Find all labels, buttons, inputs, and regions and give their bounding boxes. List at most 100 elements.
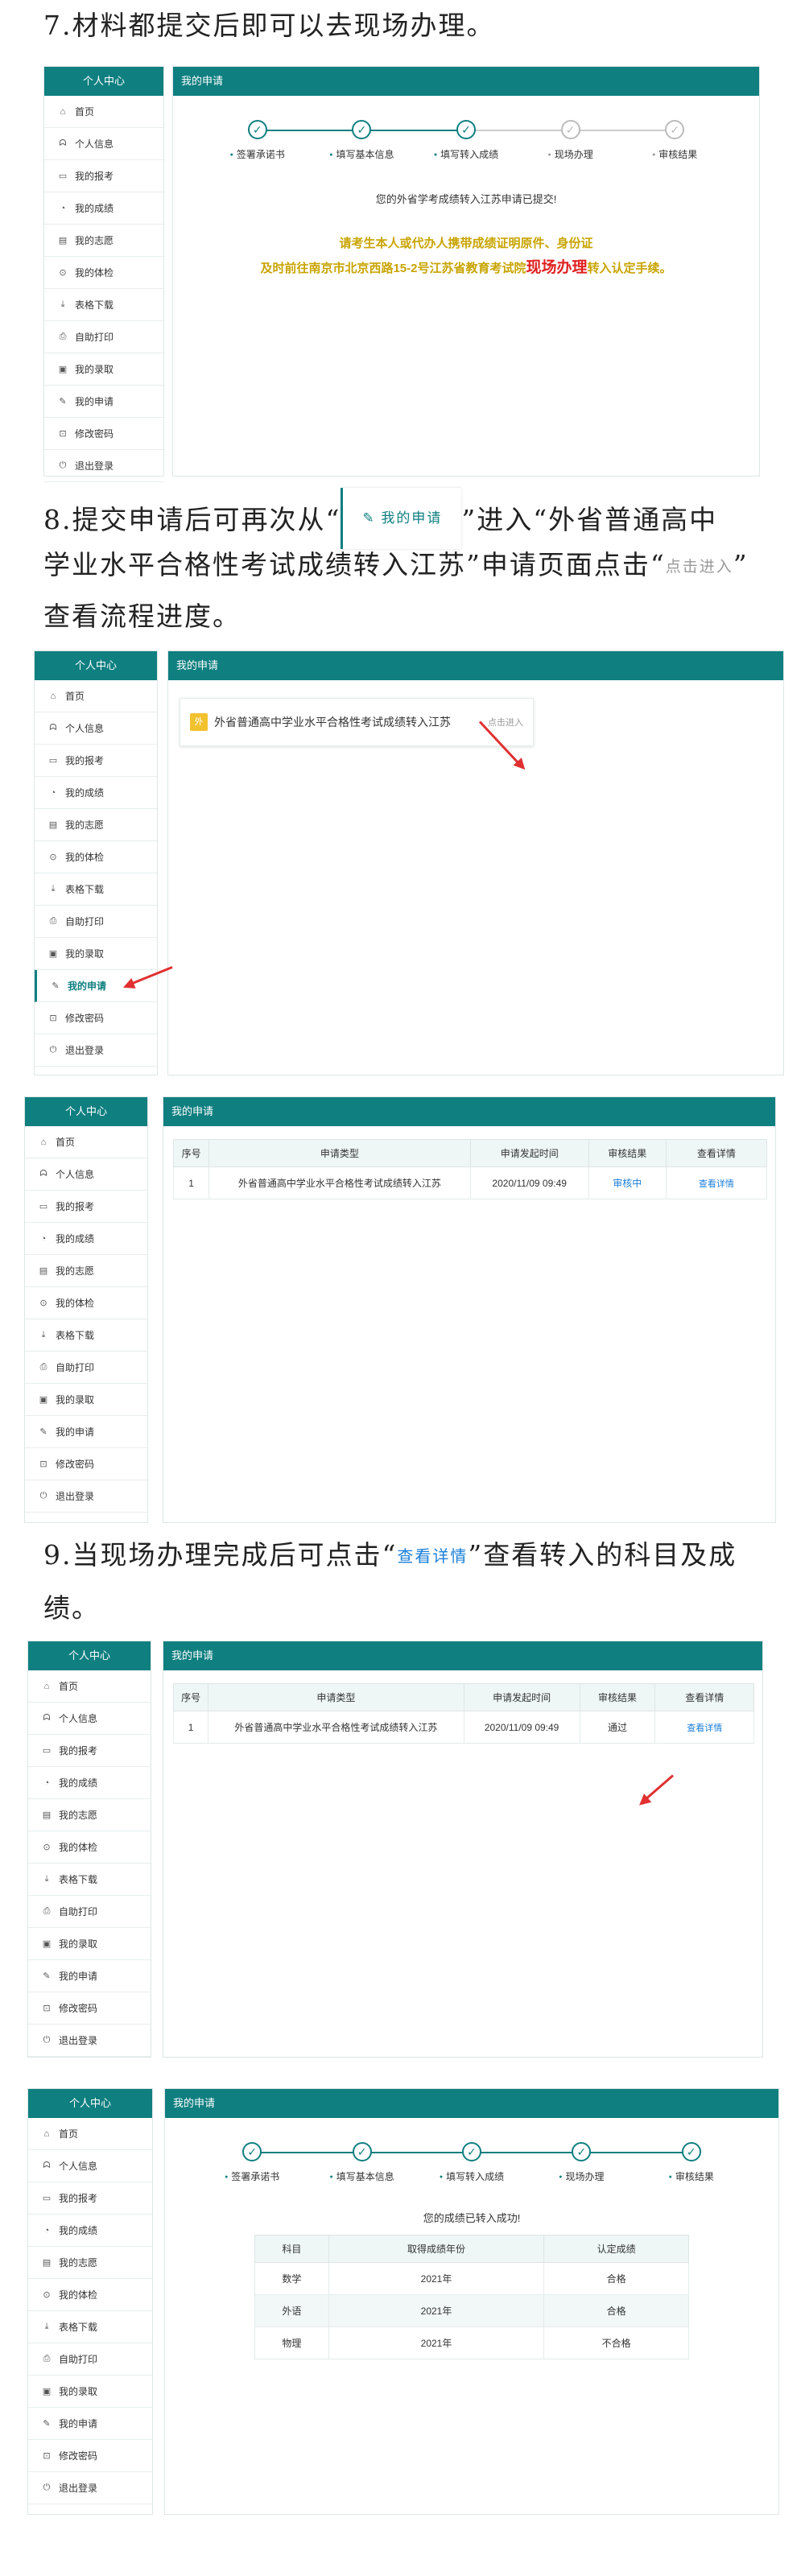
sidebar-item[interactable]: ⊙ 我的体检 (35, 841, 157, 873)
sidebar-item[interactable]: ⎙ 自助打印 (44, 321, 163, 353)
sidebar-item[interactable]: ᗣ 个人信息 (44, 128, 163, 160)
sidebar-item[interactable]: ⏻ 退出登录 (28, 2472, 152, 2504)
home-icon: ⌂ (43, 1681, 50, 1691)
sidebar-item[interactable]: ▭ 我的报考 (28, 1735, 151, 1767)
score-row: 物理 2021年 不合格 (254, 2326, 689, 2359)
sidebar-item[interactable]: ⌂ 首页 (25, 1126, 147, 1158)
warn-line2: 及时前往南京市北京西路15-2号江苏省教育考试院现场办理转入认定手续。 (260, 259, 672, 276)
sidebar-item[interactable]: ⊙ 我的体检 (28, 2279, 152, 2311)
sidebar-item[interactable]: ▤ 我的志愿 (44, 225, 163, 257)
sidebar-item-label: 我的志愿 (65, 819, 105, 831)
sidebar-item[interactable]: ▣ 我的录取 (44, 353, 163, 386)
sidebar-item-label: 退出登录 (59, 2035, 98, 2046)
edit-icon: ✎ (43, 2419, 51, 2429)
progress-step: ✓ 审核结果 (647, 2142, 736, 2183)
sidebar-item[interactable]: ◔ 我的成绩 (28, 1767, 151, 1799)
sidebar-item[interactable]: ◔ 我的成绩 (44, 192, 163, 225)
sidebar-item[interactable]: ▤ 我的志愿 (28, 1799, 151, 1831)
sidebar-item[interactable]: ⏻ 退出登录 (35, 1034, 157, 1067)
chart-icon: ◔ (43, 2225, 50, 2235)
sidebar-item[interactable]: ⊡ 修改密码 (44, 418, 163, 450)
sidebar-item[interactable]: ✎ 我的申请 (28, 2408, 152, 2440)
sidebar-item[interactable]: ▭ 我的报考 (35, 745, 157, 777)
progress-step: ✓ 签署承诺书 (208, 2142, 296, 2183)
sidebar-item-label: 我的报考 (75, 171, 114, 182)
sidebar-item[interactable]: ▣ 我的录取 (25, 1384, 147, 1416)
sidebar-item[interactable]: ⤓ 表格下载 (35, 873, 157, 906)
sidebar-item[interactable]: ⤓ 表格下载 (28, 1864, 151, 1896)
sidebar-item-label: 我的体检 (65, 852, 105, 863)
sidebar-item[interactable]: ⊡ 修改密码 (28, 2440, 152, 2472)
sidebar-item[interactable]: ▭ 我的报考 (44, 160, 163, 192)
sidebar-item[interactable]: ◔ 我的成绩 (25, 1223, 147, 1255)
main-panel: 我的申请 ✓ 签署承诺书 ✓ 填写基本信息 ✓ 填写转入成绩 ✓ 现场办理 ✓ 审核结果 您的外省… (172, 66, 760, 477)
score-subject: 数学 (254, 2262, 329, 2295)
sidebar-item[interactable]: ⌂ 首页 (28, 2118, 152, 2150)
sidebar-item[interactable]: ⌂ 首页 (35, 680, 157, 712)
sidebar-item-label: 个人信息 (56, 1169, 95, 1180)
sidebar-item-label: 我的报考 (56, 1201, 95, 1212)
sidebar-item[interactable]: ⏻ 退出登录 (28, 2025, 151, 2057)
step-connector (361, 130, 466, 131)
sidebar-item[interactable]: ⤓ 表格下载 (25, 1319, 147, 1352)
sidebar-item[interactable]: ✎ 我的申请 (28, 1960, 151, 1992)
check-icon: ✓ (572, 2142, 592, 2161)
sidebar-item[interactable]: ⊡ 修改密码 (25, 1448, 147, 1480)
sidebar-item[interactable]: ⌂ 首页 (28, 1670, 151, 1703)
sidebar-item[interactable]: ✎ 我的申请 (25, 1416, 147, 1448)
score-result: 合格 (543, 2262, 689, 2295)
sidebar-item[interactable]: ✎ 我的申请 (44, 386, 163, 418)
sidebar-item[interactable]: ▣ 我的录取 (28, 2376, 152, 2408)
sidebar-item[interactable]: ⊙ 我的体检 (28, 1831, 151, 1864)
sidebar-item[interactable]: ⊡ 修改密码 (35, 1002, 157, 1034)
calendar-icon: ▣ (42, 2387, 52, 2396)
edit-icon: ✎ (39, 1427, 47, 1437)
sidebar-item[interactable]: ◔ 我的成绩 (35, 777, 157, 809)
sidebar-item[interactable]: ⊡ 修改密码 (28, 1992, 151, 2025)
sidebar-item[interactable]: ▤ 我的志愿 (25, 1255, 147, 1287)
sidebar-item-label: 自助打印 (59, 2354, 98, 2365)
step-label: 填写基本信息 (318, 2169, 407, 2183)
sidebar-item[interactable]: ▤ 我的志愿 (35, 809, 157, 841)
sidebar-item[interactable]: ⎙ 自助打印 (28, 1896, 151, 1928)
sidebar-item[interactable]: ᗣ 个人信息 (28, 2150, 152, 2182)
step-label: 签署承诺书 (213, 147, 302, 161)
view-detail-link[interactable]: 查看详情 (654, 1711, 754, 1744)
view-detail-link[interactable]: 查看详情 (665, 1166, 768, 1199)
cell-no: 1 (172, 1711, 209, 1744)
sidebar-item[interactable]: ▭ 我的报考 (28, 2182, 152, 2215)
screenshot-submitted: 个人中心 ⌂ 首页 ᗣ 个人信息 ▭ 我的报考 ◔ 我的成绩 ▤ 我的志愿 ⊙ 我的体检 ⤓ 表格下载 ⎙ 自助… (43, 66, 760, 482)
application-table: 序号 申请类型 申请发起时间 审核结果 查看详情 1 外省普通高中学业水平合格性考试成绩转入… (172, 1139, 768, 1199)
sidebar-item[interactable]: ▤ 我的志愿 (28, 2247, 152, 2279)
sidebar-item[interactable]: ᗣ 个人信息 (25, 1158, 147, 1191)
card-enter-link[interactable]: 点击进入 (488, 716, 523, 729)
sidebar-item[interactable]: ⎙ 自助打印 (25, 1352, 147, 1384)
sidebar-item[interactable]: ᗣ 个人信息 (28, 1703, 151, 1735)
score-year: 2021年 (328, 2294, 545, 2327)
sidebar-item[interactable]: ⊙ 我的体检 (44, 257, 163, 289)
sidebar-item[interactable]: ▣ 我的录取 (35, 938, 157, 970)
sidebar-item[interactable]: ◔ 我的成绩 (28, 2215, 152, 2247)
sidebar-item[interactable]: ▣ 我的录取 (28, 1928, 151, 1960)
sidebar-item[interactable]: ⎙ 自助打印 (28, 2343, 152, 2376)
sidebar-item[interactable]: ᗣ 个人信息 (35, 712, 157, 745)
step-connector (581, 2152, 691, 2153)
sidebar-item[interactable]: ▭ 我的报考 (25, 1191, 147, 1223)
sidebar-item[interactable]: ⤓ 表格下载 (28, 2311, 152, 2343)
sidebar-item[interactable]: ⏻ 退出登录 (25, 1480, 147, 1513)
cell-status: 通过 (579, 1711, 656, 1744)
warn-line1: 请考生本人或代办人携带成绩证明原件、身份证 (339, 237, 593, 250)
sidebar-item[interactable]: ⊙ 我的体检 (25, 1287, 147, 1319)
sidebar-item[interactable]: ⎙ 自助打印 (35, 906, 157, 938)
sidebar-item-label: 首页 (65, 691, 85, 702)
sidebar-item[interactable]: ⏻ 退出登录 (44, 450, 163, 482)
sidebar: 个人中心 ⌂ 首页 ᗣ 个人信息 ▭ 我的报考 ◔ 我的成绩 ▤ 我的志愿 ⊙ 我的体检 ⤓ 表格下载 ⎙ 自助… (27, 2088, 153, 2515)
sidebar-item-label: 个人信息 (59, 2161, 98, 2172)
score-result: 合格 (543, 2294, 689, 2327)
sidebar-item[interactable]: ⤓ 表格下载 (44, 289, 163, 321)
power-icon: ⏻ (49, 1045, 57, 1055)
sidebar-item[interactable]: ⌂ 首页 (44, 96, 163, 128)
print-icon: ⎙ (39, 1362, 47, 1372)
sidebar-item[interactable]: ✎ 我的申请 (35, 970, 157, 1002)
main-panel: 我的申请 ✓ 签署承诺书 ✓ 填写基本信息 ✓ 填写转入成绩 ✓ 现场办理 ✓ 审核结果 您的成绩… (164, 2088, 779, 2515)
